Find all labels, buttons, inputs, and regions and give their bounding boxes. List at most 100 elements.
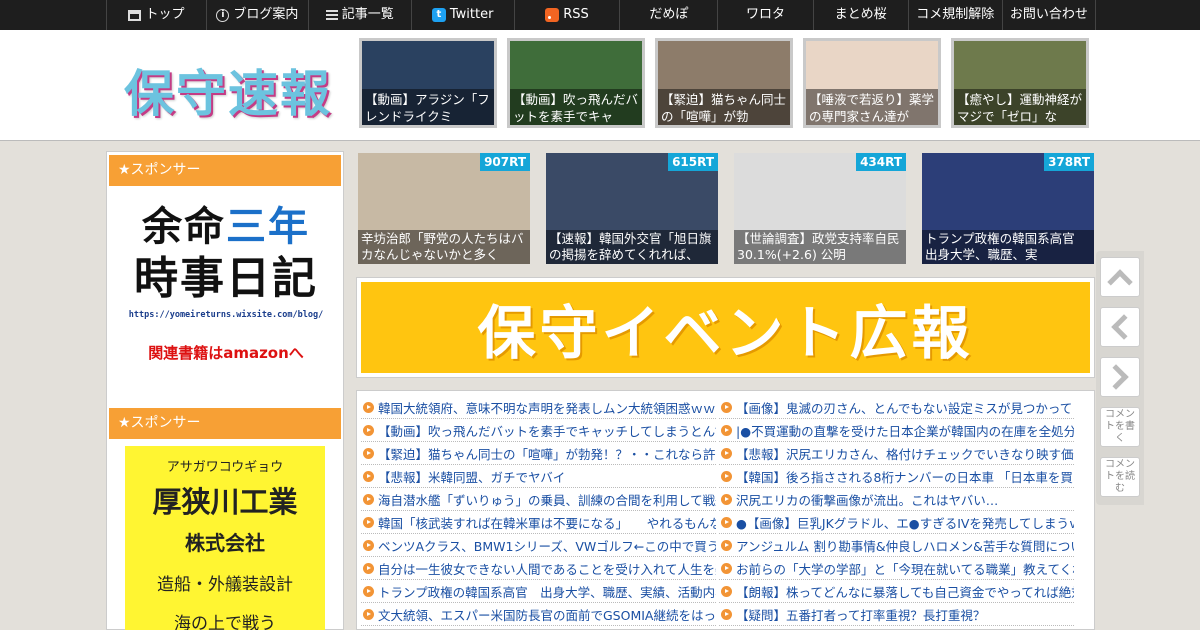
ad2-kana: アサガワコウギョウ [166,460,284,475]
info-icon: i [216,8,230,22]
nav-label: コメ規制解除 [916,7,995,22]
headline-link[interactable]: 【画像】鬼滅の刃さん、とんでもない設定ミスが見つかってし [719,396,1074,419]
headline-link[interactable]: 【悲報】沢尻エリカさん、格付けチェックでいきなり映す価値 [719,442,1074,465]
headline-text: 【朗報】株ってどんなに暴落しても自己資金でやってれば絶対 [736,584,1074,600]
twitter-icon: t [431,8,446,22]
headline-link[interactable]: 文大統領、エスパー米国防長官の面前でGSOMIA継続をはっき [361,603,716,626]
header-thumb-2[interactable]: 【緊迫】猫ちゃん同士の「喧嘩」が勃 [655,38,793,128]
sponsor-ad-yomei[interactable]: 余命三年 時事日記 https://yomeireturns.wixsite.c… [127,202,325,363]
nav-label: Twitter [449,7,494,22]
nav-item-6[interactable]: ワロタ [717,0,812,30]
headline-link[interactable]: 自分は一生彼女できない人間であることを受け入れて人生を楽 [361,557,716,580]
article-caption: 【速報】韓国外交官「旭日旗の掲揚を辞めてくれれば、 [546,230,718,264]
headline-text: 韓国大統領府、意味不明な声明を発表しムン大統領困惑ｗｗｗ [378,400,716,416]
headline-text: 自分は一生彼女できない人間であることを受け入れて人生を楽 [378,561,716,577]
nav-label: RSS [563,7,589,22]
header-thumb-0[interactable]: 【動画】アラジン「フレンドライクミ [359,38,497,128]
headline-link[interactable]: ベンツAクラス、BMW1シリーズ、VWゴルフ←この中で買うべき [361,534,716,557]
site-header: 保守速報 【動画】アラジン「フレンドライクミ 【動画】吹っ飛んだバットを素手でキャ… [0,30,1200,141]
write-comment-button[interactable]: コメントを書く [1100,407,1140,447]
top-article-3[interactable]: 378RT トランプ政権の韓国系高官 出身大学、職歴、実 [922,153,1094,264]
ad2-slogan: 海の上で戦う [174,614,276,630]
nav-item-1[interactable]: i ブログ案内 [205,0,308,30]
headline-text: 【悲報】沢尻エリカさん、格付けチェックでいきなり映す価値 [736,446,1074,462]
nav-label: お問い合わせ [1009,7,1088,22]
top-articles: 907RT 辛坊治郎「野党の人たちはバカなんじゃないかと多く 615RT 【速報】韓国… [356,151,1096,266]
nav-item-7[interactable]: まとめ桜 [812,0,908,30]
top-article-0[interactable]: 907RT 辛坊治郎「野党の人たちはバカなんじゃないかと多く [358,153,530,264]
thumb-caption: 【動画】吹っ飛んだバットを素手でキャ [510,89,642,125]
bullet-arrow-icon [721,401,732,413]
bullet-arrow-icon [721,585,732,597]
bullet-arrow-icon [363,493,374,505]
event-banner[interactable]: 保守イベント広報 [356,277,1095,378]
chevron-left-icon [1111,314,1137,340]
banner-text: 保守イベント広報 [361,282,1090,373]
headline-link[interactable]: 【緊迫】猫ちゃん同士の「喧嘩」が勃発！？・・これなら許す [361,442,716,465]
top-article-1[interactable]: 615RT 【速報】韓国外交官「旭日旗の掲揚を辞めてくれれば、 [546,153,718,264]
headline-link[interactable]: 韓国「核武装すれば在韓米軍は不要になる」 やれるもんな [361,511,716,534]
left-sidebar: ★スポンサー 余命三年 時事日記 https://yomeireturns.wi… [106,151,344,630]
bullet-arrow-icon [721,562,732,574]
ad2-business: 造船・外艤装設計 [157,575,293,595]
nav-item-5[interactable]: だめぽ [619,0,717,30]
nav-item-8[interactable]: コメ規制解除 [907,0,1002,30]
bullet-arrow-icon [363,585,374,597]
headline-link[interactable]: 【悲報】米韓同盟、ガチでヤバイ [361,465,716,488]
read-comment-button[interactable]: コメントを読む [1100,457,1140,497]
headline-text: 【画像】鬼滅の刃さん、とんでもない設定ミスが見つかってし [736,400,1074,416]
bullet-arrow-icon [721,447,732,459]
headline-link[interactable]: 【朗報】株ってどんなに暴落しても自己資金でやってれば絶対 [719,580,1074,603]
nav-label: 記事一覧 [341,7,394,22]
headline-text: |●不買運動の直撃を受けた日本企業が韓国内の在庫を全処分し [736,423,1074,439]
amazon-link[interactable]: 関連書籍はamazonへ [127,342,325,363]
nav-bar: トップ i ブログ案内 記事一覧 t Twitter RSS だめぽ ワロタ まとめ桜 コメ規制解除… [106,0,1096,30]
bullet-arrow-icon [363,562,374,574]
header-thumb-1[interactable]: 【動画】吹っ飛んだバットを素手でキャ [507,38,645,128]
top-navigation: トップ i ブログ案内 記事一覧 t Twitter RSS だめぽ ワロタ まとめ桜 コメ規制解除… [0,0,1200,30]
header-thumb-4[interactable]: 【癒やし】運動神経がマジで「ゼロ」な [951,38,1089,128]
scroll-top-button[interactable] [1100,257,1140,297]
nav-item-4[interactable]: RSS [513,0,620,30]
headline-link[interactable]: 韓国大統領府、意味不明な声明を発表しムン大統領困惑ｗｗｗ [361,396,716,419]
home-icon [128,9,142,21]
bullet-arrow-icon [721,539,732,551]
rt-badge: 615RT [668,153,718,171]
bullet-arrow-icon [363,608,374,620]
sponsor-ad-asagawa[interactable]: アサガワコウギョウ 厚狭川工業 株式会社 造船・外艤装設計 海の上で戦う [125,446,325,630]
headline-link[interactable]: ●【画像】巨乳JKグラドル、エ●すぎるIVを発売してしまうｗｗ [719,511,1074,534]
ad2-company-name: 厚狭川工業 [152,485,298,519]
article-caption: 辛坊治郎「野党の人たちはバカなんじゃないかと多く [358,230,530,264]
headline-text: 文大統領、エスパー米国防長官の面前でGSOMIA継続をはっき [378,607,716,623]
sponsor-heading-2: ★スポンサー [109,408,341,439]
bullet-arrow-icon [721,493,732,505]
headline-link[interactable]: 【疑問】五番打者って打率重視？長打重視？ [719,603,1074,626]
headline-text: ベンツAクラス、BMW1シリーズ、VWゴルフ←この中で買うべき [378,538,716,554]
nav-item-2[interactable]: 記事一覧 [307,0,411,30]
bullet-arrow-icon [721,516,732,528]
headline-link[interactable]: 沢尻エリカの衝撃画像が流出。これはヤバい… [719,488,1074,511]
headline-link[interactable]: トランプ政権の韓国系高官 出身大学、職歴、実績、活動内容 [361,580,716,603]
headline-link[interactable]: 【韓国】後ろ指さされる8桁ナンバーの日本車 「日本車を買う [719,465,1074,488]
headline-link[interactable]: 海自潜水艦「ずいりゅう」の乗員、訓練の合間を利用して戦艦 [361,488,716,511]
top-article-2[interactable]: 434RT 【世論調査】政党支持率自民30.1%(+2.6) 公明 [734,153,906,264]
rt-badge: 907RT [480,153,530,171]
links-left-column: 韓国大統領府、意味不明な声明を発表しムン大統領困惑ｗｗｗ 【動画】吹っ飛んだバット… [361,396,716,626]
bullet-arrow-icon [721,424,732,436]
ad-url[interactable]: https://yomeireturns.wixsite.com/blog/ [127,310,325,320]
site-logo[interactable]: 保守速報 [124,54,332,126]
headline-link[interactable]: 【動画】吹っ飛んだバットを素手でキャッチしてしまうとんでもない [361,419,716,442]
headline-link[interactable]: お前らの「大学の学部」と「今現在就いてる職業」教えてくれ [719,557,1074,580]
nav-item-3[interactable]: t Twitter [410,0,514,30]
rt-badge: 434RT [856,153,906,171]
next-article-button[interactable] [1100,357,1140,397]
nav-item-9[interactable]: お問い合わせ [1001,0,1096,30]
bullet-arrow-icon [363,516,374,528]
headline-link[interactable]: アンジュルム 割り勘事情&仲良しハロメン&苦手な質問につい [719,534,1074,557]
article-caption: トランプ政権の韓国系高官 出身大学、職歴、実 [922,230,1094,264]
headline-link[interactable]: |●不買運動の直撃を受けた日本企業が韓国内の在庫を全処分し [719,419,1074,442]
nav-label: だめぽ [649,7,689,22]
prev-article-button[interactable] [1100,307,1140,347]
header-thumb-3[interactable]: 【唾液で若返り】薬学の専門家さん達が [803,38,941,128]
nav-item-0[interactable]: トップ [106,0,206,30]
